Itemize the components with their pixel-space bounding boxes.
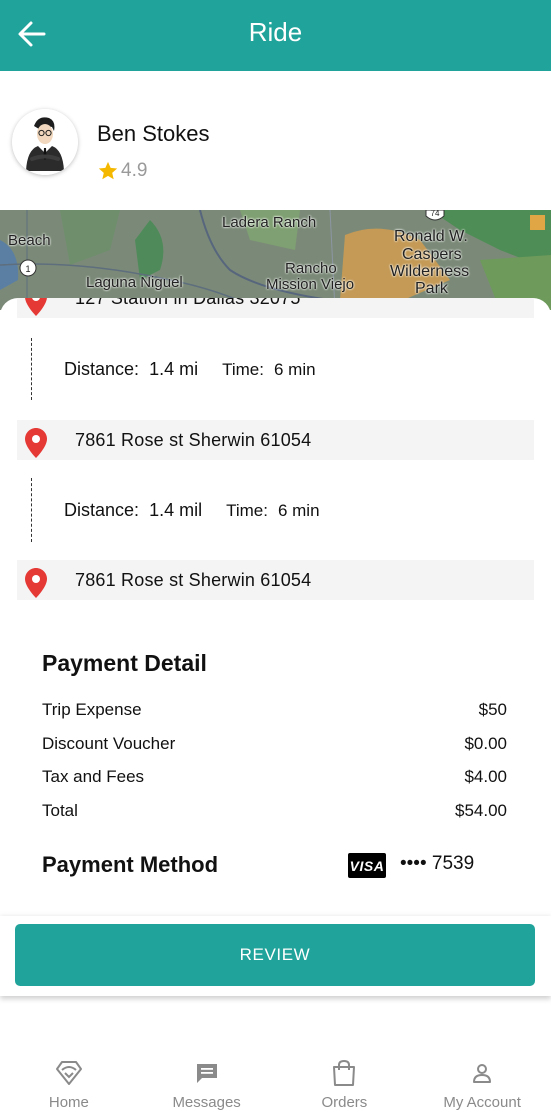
nav-label: Orders [321, 1094, 368, 1111]
rating-value: 4.9 [121, 160, 148, 181]
top-bar: Ride [0, 0, 551, 71]
distance-label: Distance: [64, 359, 140, 379]
route-shield-74: 74 [431, 210, 440, 218]
review-bar: REVIEW [0, 916, 551, 996]
nav-item-home[interactable]: Home [0, 1040, 138, 1115]
time-label: Time: [222, 360, 264, 379]
nav-label: My Account [443, 1094, 521, 1111]
payment-row: Tax and Fees $4.00 [42, 767, 507, 787]
route-stop: 7861 Rose st Sherwin 61054 [17, 420, 534, 460]
nav-item-messages[interactable]: Messages [138, 1040, 276, 1115]
user-icon [473, 1064, 492, 1083]
location-pin-icon [25, 568, 47, 598]
route-stop: 7861 Rose st Sherwin 61054 [17, 560, 534, 600]
driver-name: Ben Stokes [97, 121, 210, 146]
payment-row-value: $50 [478, 700, 507, 719]
distance-label: Distance: [64, 500, 140, 520]
payment-method-title: Payment Method [42, 852, 219, 877]
payment-row-value: $54.00 [455, 801, 507, 820]
location-pin-icon [25, 428, 47, 458]
payment-row-value: $4.00 [464, 767, 507, 786]
time-value: 6 min [277, 501, 320, 520]
map-label: Ladera Ranch [222, 214, 317, 231]
star-icon [98, 161, 118, 180]
card-number[interactable]: •••• 7539 [400, 853, 474, 875]
visa-card-icon: VISA [348, 853, 386, 878]
nav-label: Messages [172, 1094, 241, 1111]
time-value: 6 min [273, 360, 316, 379]
shopping-bag-icon [333, 1059, 356, 1086]
location-pin-icon [25, 298, 47, 316]
page-title: Ride [248, 17, 303, 47]
map-label: Beach [8, 232, 51, 249]
payment-row: Trip Expense $50 [42, 700, 507, 720]
route-stop: 127 Station ln Dallas 32075 [17, 298, 534, 318]
bottom-nav: Home Messages Orders My Account [0, 1040, 551, 1115]
map-label: Wilderness [390, 263, 470, 280]
payment-row-label: Trip Expense [42, 700, 142, 719]
payment-detail-title: Payment Detail [42, 650, 207, 676]
map-label: Laguna Niguel [86, 274, 183, 291]
message-icon [196, 1064, 217, 1083]
payment-row-label: Discount Voucher [42, 734, 176, 753]
map-label: Caspers [402, 246, 462, 263]
map-label: Park [415, 280, 448, 297]
time-label: Time: [226, 501, 268, 520]
payment-row: Total $54.00 [42, 801, 507, 821]
review-button[interactable]: REVIEW [15, 924, 535, 986]
route-connector [31, 338, 32, 400]
nav-item-my-account[interactable]: My Account [413, 1040, 551, 1115]
distance-value: 1.4 mil [149, 500, 203, 520]
stop-address: 7861 Rose st Sherwin 61054 [75, 430, 312, 450]
nav-item-orders[interactable]: Orders [276, 1040, 414, 1115]
route-leg: Distance: 1.4 mi Time: 6 min [64, 359, 316, 380]
map-label: Mission Viejo [266, 276, 355, 293]
route-connector [31, 478, 32, 542]
payment-row: Discount Voucher $0.00 [42, 734, 507, 754]
route-shield-1: 1 [25, 264, 30, 274]
map-label: Ronald W. [394, 228, 468, 245]
driver-card: Ben Stokes 4.9 [0, 71, 551, 211]
stop-address: 7861 Rose st Sherwin 61054 [75, 570, 312, 590]
payment-row-value: $0.00 [464, 734, 507, 753]
map-label: Rancho [285, 260, 337, 277]
ride-detail-sheet: 127 Station ln Dallas 32075 Distance: 1.… [0, 298, 551, 916]
nav-label: Home [48, 1094, 89, 1111]
route-leg: Distance: 1.4 mil Time: 6 min [64, 500, 320, 521]
payment-row-label: Tax and Fees [42, 767, 145, 786]
avatar [12, 109, 78, 175]
home-icon [55, 1061, 82, 1085]
payment-row-label: Total [42, 801, 78, 820]
route-map[interactable]: 1 74 Beach Ladera Ranch Ronald W. Casper… [0, 210, 551, 310]
stop-address: 127 Station ln Dallas 32075 [75, 298, 301, 308]
driver-rating: 4.9 [97, 160, 147, 182]
distance-value: 1.4 mi [149, 359, 199, 379]
